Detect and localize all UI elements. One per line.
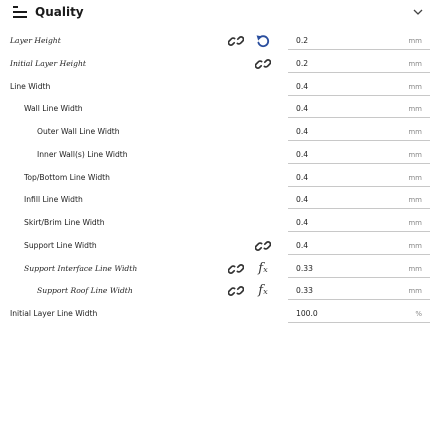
setting-value: 0.4 <box>296 172 309 182</box>
setting-value-field[interactable]: 0.4 mm <box>288 146 430 164</box>
unlink-icon[interactable] <box>228 33 244 49</box>
setting-value: 100.0 <box>296 309 318 318</box>
setting-unit: mm <box>408 196 422 205</box>
setting-unit: mm <box>408 219 422 227</box>
setting-label: Initial Layer Height <box>10 58 86 68</box>
setting-label: Wall Line Width <box>24 104 83 114</box>
setting-value-field[interactable]: 0.4 mm <box>288 191 430 210</box>
unlink-icon[interactable] <box>228 261 244 277</box>
setting-unit: % <box>415 310 422 318</box>
setting-unit: mm <box>408 264 422 273</box>
setting-row: Initial Layer Line Width 100.0% <box>0 303 437 326</box>
chevron-down-icon[interactable] <box>411 5 425 19</box>
unlink-icon[interactable] <box>255 238 271 254</box>
setting-value-field[interactable]: 0.33 mm <box>288 260 430 278</box>
setting-label: Initial Layer Line Width <box>10 309 98 318</box>
function-icon[interactable]: fₓ <box>255 283 271 299</box>
setting-value: 0.2 <box>296 58 309 68</box>
setting-value-field[interactable]: 0.4 mm <box>288 78 430 96</box>
setting-value-field[interactable]: 100.0% <box>288 305 430 323</box>
setting-value: 0.4 <box>296 81 309 91</box>
unlink-icon[interactable] <box>228 283 244 299</box>
setting-value-field[interactable]: 0.33 mm <box>288 282 430 301</box>
setting-unit: mm <box>408 287 422 296</box>
setting-row: Inner Wall(s) Line Width 0.4 mm <box>0 144 437 167</box>
setting-row: Top/Bottom Line Width 0.4 mm <box>0 167 437 190</box>
setting-label: Support Interface Line Width <box>24 263 138 273</box>
setting-label: Infill Line Width <box>24 195 83 205</box>
setting-value-field[interactable]: 0.4 mm <box>288 100 430 119</box>
setting-value: 0.33 <box>296 286 313 296</box>
setting-unit: mm <box>408 82 422 91</box>
setting-label: Inner Wall(s) Line Width <box>37 149 128 159</box>
setting-label: Support Roof Line Width <box>37 286 133 296</box>
setting-row: Outer Wall Line Width 0.4 mm <box>0 121 437 144</box>
setting-label: Top/Bottom Line Width <box>24 172 110 182</box>
setting-value: 0.4 <box>296 127 309 136</box>
setting-value: 0.33 <box>296 263 313 273</box>
setting-value: 0.4 <box>296 195 309 205</box>
setting-value-field[interactable]: 0.4 mm <box>288 237 430 255</box>
setting-row: Layer Height 0.2 mm <box>0 30 437 53</box>
section-header[interactable]: Quality <box>0 0 437 24</box>
setting-row: Initial Layer Height 0.2 mm <box>0 53 437 76</box>
setting-unit: mm <box>408 59 422 68</box>
setting-value: 0.4 <box>296 218 309 227</box>
setting-row: Support Interface Line Width fₓ 0.33 mm <box>0 258 437 281</box>
setting-unit: mm <box>408 150 422 159</box>
setting-row: Support Roof Line Width fₓ 0.33 mm <box>0 280 437 303</box>
setting-unit: mm <box>408 173 422 182</box>
setting-value-field[interactable]: 0.2 mm <box>288 32 430 50</box>
settings-list: Layer Height 0.2 mm Initial Layer Height 0.2… <box>0 30 437 326</box>
setting-unit: mm <box>408 241 422 250</box>
setting-label: Skirt/Brim Line Width <box>24 218 105 227</box>
setting-row: Wall Line Width 0.4 mm <box>0 98 437 121</box>
setting-label: Support Line Width <box>24 240 97 250</box>
setting-unit: mm <box>408 105 422 114</box>
setting-value: 0.4 <box>296 104 309 114</box>
setting-row: Infill Line Width 0.4 mm <box>0 189 437 212</box>
function-icon[interactable]: fₓ <box>255 261 271 277</box>
setting-value: 0.4 <box>296 240 309 250</box>
setting-label: Outer Wall Line Width <box>37 127 120 136</box>
setting-row: Line Width 0.4 mm <box>0 76 437 99</box>
setting-value-field[interactable]: 0.2 mm <box>288 55 430 73</box>
setting-value-field[interactable]: 0.4 mm <box>288 123 430 141</box>
section-title: Quality <box>35 5 84 19</box>
unlink-icon[interactable] <box>255 56 271 72</box>
setting-value: 0.4 <box>296 149 309 159</box>
setting-unit: mm <box>408 37 422 45</box>
setting-value-field[interactable]: 0.4 mm <box>288 214 430 232</box>
setting-value-field[interactable]: 0.4 mm <box>288 169 430 187</box>
setting-label: Line Width <box>10 81 51 91</box>
setting-row: Skirt/Brim Line Width 0.4 mm <box>0 212 437 235</box>
reset-icon[interactable] <box>255 33 271 49</box>
setting-value: 0.2 <box>296 36 309 45</box>
hamburger-icon <box>13 6 27 18</box>
setting-row: Support Line Width 0.4 mm <box>0 235 437 258</box>
setting-label: Layer Height <box>10 36 61 45</box>
setting-unit: mm <box>408 128 422 136</box>
